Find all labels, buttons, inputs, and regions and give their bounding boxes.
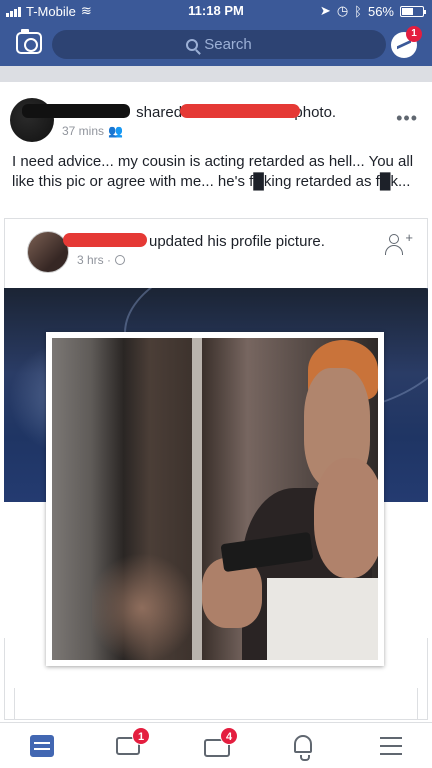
bell-icon[interactable] [288,733,316,761]
search-icon [186,38,199,51]
next-post-stub [14,688,418,720]
menu-icon[interactable] [376,733,404,759]
post-action: shared [136,104,183,121]
redaction-mark [180,104,300,118]
marketplace-badge: 4 [220,727,238,745]
search-placeholder: Search [204,36,252,53]
video-badge: 1 [132,727,150,745]
shared-time[interactable]: 3 hrs · [77,253,111,267]
add-friend-icon[interactable]: + [385,230,413,257]
audience-friends-icon: 👥 [108,124,123,138]
shared-action: updated his profile picture. [149,233,325,250]
shared-headline: updated his profile picture. [77,233,325,250]
search-input[interactable]: Search [52,30,386,59]
more-options-button[interactable]: ••• [396,108,418,129]
status-right: ➤ ◷ ᛒ 56% [319,3,426,19]
alarm-icon: ◷ [336,3,349,18]
battery-percent: 56% [367,3,394,19]
post-object-link[interactable]: photo. [294,104,336,121]
video-icon[interactable]: 1 [116,727,150,759]
status-bar: T-Mobile ≋ 11:18 PM ➤ ◷ ᛒ 56% [0,0,432,22]
post-meta: 37 mins 👥 [62,124,123,138]
post-time[interactable]: 37 mins [62,124,104,138]
location-icon: ➤ [319,3,331,18]
battery-icon [400,5,426,17]
shared-meta: 3 hrs · [77,253,126,267]
top-nav: Search 1 [0,22,432,66]
post-text: I need advice... my cousin is acting ret… [12,153,414,190]
marketplace-icon[interactable]: 4 [204,727,238,759]
bottom-tab-bar: 1 4 [0,722,432,768]
profile-photo[interactable] [46,332,384,666]
news-feed-icon[interactable] [28,733,56,759]
camera-icon[interactable] [16,29,42,54]
globe-icon [115,255,126,265]
bluetooth-icon: ᛒ [354,3,362,19]
messenger-badge: 1 [406,26,422,42]
